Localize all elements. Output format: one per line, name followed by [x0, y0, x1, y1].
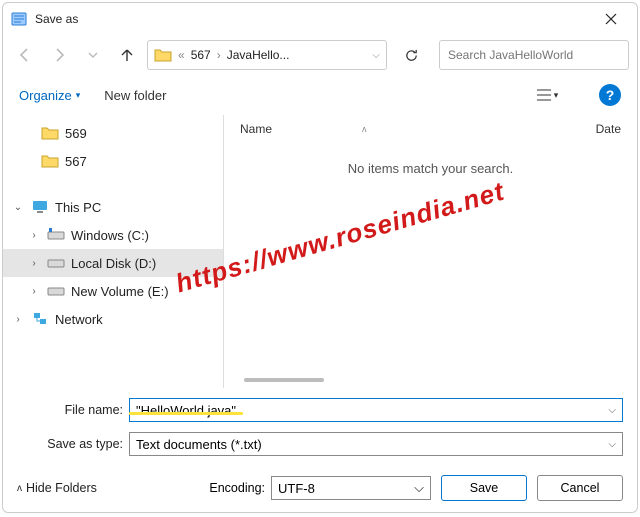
app-icon [11, 11, 27, 27]
cancel-button[interactable]: Cancel [537, 475, 623, 501]
tree-label: 567 [65, 154, 87, 169]
body: 569 567 ⌄ This PC › Windows (C:) › Local… [3, 115, 637, 388]
chevron-down-icon[interactable]: ⌵ [372, 50, 380, 61]
breadcrumb-prefix: « [178, 48, 185, 62]
hide-folders-label: Hide Folders [26, 481, 97, 495]
chevron-right-icon: › [217, 48, 221, 62]
tree-folder[interactable]: 569 [3, 119, 223, 147]
organize-menu[interactable]: Organize ▾ [19, 88, 80, 103]
up-button[interactable] [113, 41, 141, 69]
column-headers: Name ʌ Date [224, 115, 637, 143]
search-input[interactable] [439, 40, 629, 70]
tree-this-pc[interactable]: ⌄ This PC [3, 193, 223, 221]
forward-button[interactable] [45, 41, 73, 69]
nav-tree: 569 567 ⌄ This PC › Windows (C:) › Local… [3, 115, 223, 388]
help-button[interactable]: ? [599, 84, 621, 106]
col-name[interactable]: Name [240, 122, 272, 136]
empty-message: No items match your search. [224, 143, 637, 194]
tree-drive[interactable]: › Windows (C:) [3, 221, 223, 249]
save-as-dialog: Save as « 567 › JavaHello... ⌵ Organize [2, 2, 638, 513]
tree-label: New Volume (E:) [71, 284, 169, 299]
window-title: Save as [35, 12, 589, 26]
organize-label: Organize [19, 88, 72, 103]
collapse-icon[interactable]: ⌄ [11, 202, 25, 213]
chevron-down-icon: ▾ [76, 90, 81, 101]
hide-folders-button[interactable]: ʌ Hide Folders [17, 481, 97, 495]
recent-button[interactable] [79, 41, 107, 69]
expand-icon[interactable]: › [11, 314, 25, 325]
drive-icon [47, 254, 65, 272]
filename-label: File name: [17, 403, 129, 417]
expand-icon[interactable]: › [27, 230, 41, 241]
highlight-marker [129, 412, 243, 415]
tree-network[interactable]: › Network [3, 305, 223, 333]
drive-icon [47, 282, 65, 300]
chevron-down-icon[interactable]: ⌵ [608, 405, 616, 416]
breadcrumb-current[interactable]: JavaHello... [227, 48, 290, 62]
scrollbar-horizontal[interactable] [244, 378, 324, 382]
tree-label: Network [55, 312, 103, 327]
save-button[interactable]: Save [441, 475, 527, 501]
file-list: Name ʌ Date No items match your search. [223, 115, 637, 388]
expand-icon[interactable]: › [27, 258, 41, 269]
chevron-down-icon[interactable]: ⌵ [608, 439, 616, 450]
toolbar: Organize ▾ New folder ▾ ? [3, 75, 637, 115]
col-date[interactable]: Date [596, 122, 621, 136]
savetype-select[interactable]: Text documents (*.txt) ⌵ [129, 432, 623, 456]
refresh-button[interactable] [397, 41, 425, 69]
tree-label: Windows (C:) [71, 228, 149, 243]
folder-icon [41, 152, 59, 170]
savetype-label: Save as type: [17, 437, 129, 451]
encoding-select[interactable]: UTF-8 ⌵ [271, 476, 431, 500]
folder-icon [154, 46, 172, 64]
titlebar: Save as [3, 3, 637, 35]
pc-icon [31, 198, 49, 216]
navbar: « 567 › JavaHello... ⌵ [3, 35, 637, 75]
address-bar[interactable]: « 567 › JavaHello... ⌵ [147, 40, 387, 70]
back-button[interactable] [11, 41, 39, 69]
filename-value: "HelloWorld.java" [136, 403, 236, 418]
tree-folder[interactable]: 567 [3, 147, 223, 175]
sort-asc-icon: ʌ [362, 124, 367, 134]
encoding-label: Encoding: [209, 481, 265, 495]
view-options-button[interactable]: ▾ [527, 82, 567, 108]
tree-drive[interactable]: › Local Disk (D:) [3, 249, 223, 277]
filename-input[interactable]: "HelloWorld.java" ⌵ [129, 398, 623, 422]
network-icon [31, 310, 49, 328]
tree-label: Local Disk (D:) [71, 256, 156, 271]
drive-icon [47, 226, 65, 244]
breadcrumb-parent[interactable]: 567 [191, 48, 211, 62]
tree-drive[interactable]: › New Volume (E:) [3, 277, 223, 305]
close-button[interactable] [589, 5, 633, 33]
chevron-up-icon: ʌ [17, 483, 22, 494]
expand-icon[interactable]: › [27, 286, 41, 297]
folder-icon [41, 124, 59, 142]
filename-section: File name: "HelloWorld.java" ⌵ Save as t… [3, 388, 637, 464]
new-folder-button[interactable]: New folder [104, 88, 166, 103]
tree-label: 569 [65, 126, 87, 141]
tree-label: This PC [55, 200, 101, 215]
savetype-value: Text documents (*.txt) [136, 437, 262, 452]
chevron-down-icon[interactable]: ⌵ [414, 480, 424, 496]
encoding-value: UTF-8 [278, 481, 315, 496]
button-row: ʌ Hide Folders Encoding: UTF-8 ⌵ Save Ca… [3, 464, 637, 512]
